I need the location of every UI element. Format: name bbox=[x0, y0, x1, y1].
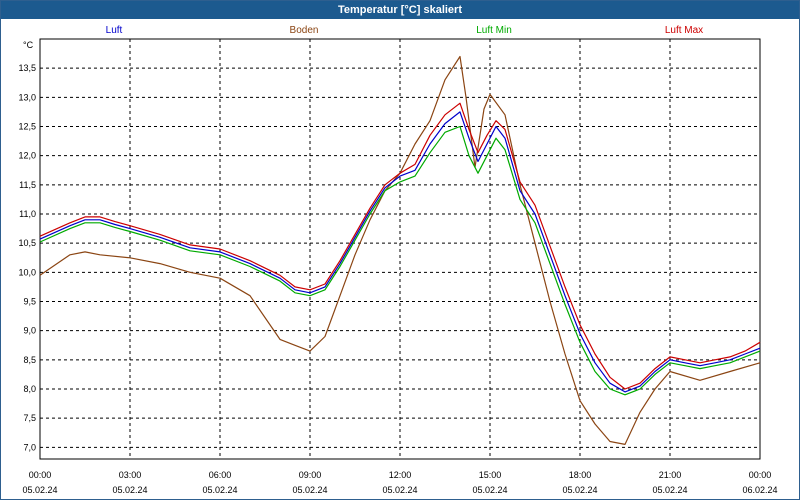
x-tick-date: 05.02.24 bbox=[382, 485, 417, 495]
x-tick-time: 21:00 bbox=[659, 470, 682, 480]
plot-area: °C 7,0 7,5 8,0 8,5 9,0 9,5 10,0 10,5 11,0 11,5 12,0… bbox=[18, 38, 778, 495]
y-tick-label: 10,0 bbox=[18, 267, 36, 277]
y-tick-label: 9,0 bbox=[23, 326, 36, 336]
x-tick-date: 05.02.24 bbox=[202, 485, 237, 495]
y-unit-label: °C bbox=[23, 40, 34, 50]
y-tick-label: 12,5 bbox=[18, 122, 36, 132]
y-tick-label: 8,5 bbox=[23, 355, 36, 365]
x-tick-time: 09:00 bbox=[299, 470, 322, 480]
x-tick-date: 05.02.24 bbox=[22, 485, 57, 495]
x-tick-date: 05.02.24 bbox=[652, 485, 687, 495]
y-tick-label: 11,5 bbox=[19, 180, 36, 190]
y-tick-label: 13,0 bbox=[18, 92, 36, 102]
x-tick-time: 18:00 bbox=[569, 470, 592, 480]
y-tick-label: 9,5 bbox=[23, 297, 36, 307]
x-tick-time: 03:00 bbox=[119, 470, 142, 480]
y-tick-label: 8,0 bbox=[23, 384, 36, 394]
x-tick-date: 05.02.24 bbox=[112, 485, 147, 495]
x-tick-time: 06:00 bbox=[209, 470, 232, 480]
x-tick-time: 12:00 bbox=[389, 470, 412, 480]
x-tick-time: 15:00 bbox=[479, 470, 502, 480]
x-tick-date: 05.02.24 bbox=[562, 485, 597, 495]
x-tick-time: 00:00 bbox=[749, 470, 772, 480]
y-tick-label: 12,0 bbox=[18, 151, 36, 161]
y-tick-label: 10,5 bbox=[18, 238, 36, 248]
y-tick-label: 7,5 bbox=[23, 413, 36, 423]
x-tick-date: 05.02.24 bbox=[292, 485, 327, 495]
x-tick-time: 00:00 bbox=[29, 470, 52, 480]
x-tick-date: 05.02.24 bbox=[472, 485, 507, 495]
chart-window: Temperatur [°C] skaliert Luft Boden Luft… bbox=[0, 0, 800, 500]
y-tick-label: 13,5 bbox=[18, 63, 36, 73]
y-tick-label: 7,0 bbox=[23, 442, 36, 452]
y-tick-label: 11,0 bbox=[19, 209, 36, 219]
x-tick-date: 06.02.24 bbox=[742, 485, 777, 495]
